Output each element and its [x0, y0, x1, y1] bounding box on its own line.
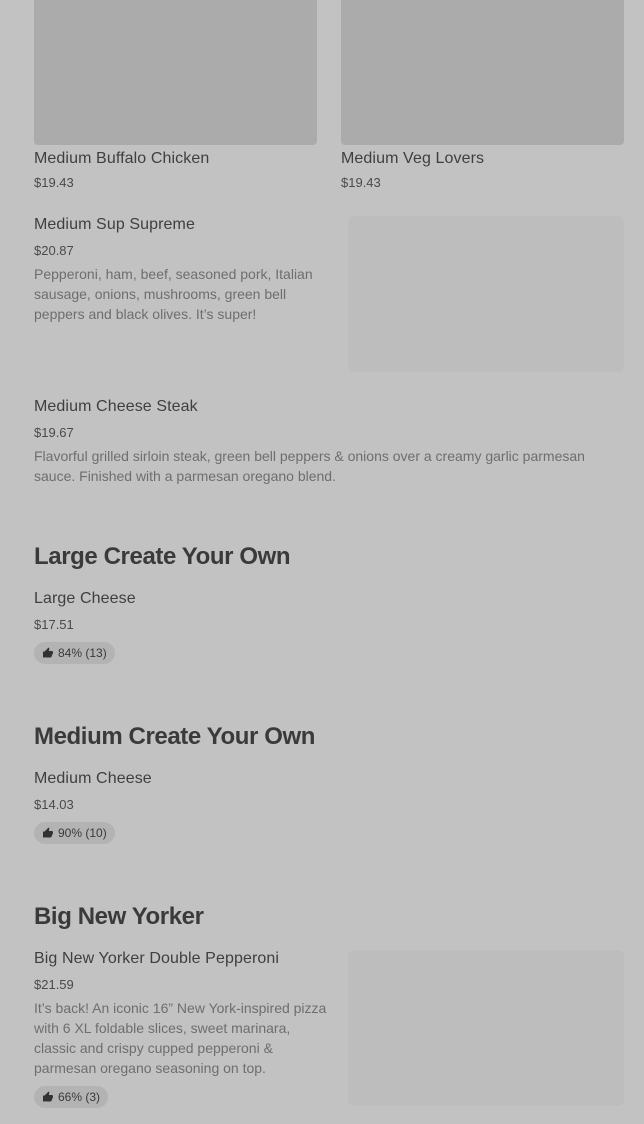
- item-price: $19.67: [34, 425, 74, 440]
- item-name[interactable]: Medium Buffalo Chicken: [34, 150, 209, 168]
- section-title-large-create: Large Create Your Own: [34, 543, 291, 570]
- item-name[interactable]: Big New Yorker Double Pepperoni: [34, 950, 279, 968]
- item-price: $19.43: [341, 175, 381, 190]
- rating-badge: 84% (13): [34, 642, 115, 664]
- section-title-big-new-yorker: Big New Yorker: [34, 903, 204, 930]
- item-name[interactable]: Medium Cheese Steak: [34, 398, 198, 416]
- thumbs-up-icon: [42, 827, 54, 839]
- item-price: $21.59: [34, 977, 74, 992]
- rating-badge: 90% (10): [34, 822, 115, 844]
- thumbs-up-icon: [42, 647, 54, 659]
- section-title-medium-create: Medium Create Your Own: [34, 723, 316, 750]
- item-description: It’s back! An iconic 16” New York-inspir…: [34, 1000, 327, 1076]
- item-name[interactable]: Large Cheese: [34, 590, 136, 608]
- item-name[interactable]: Medium Cheese: [34, 770, 152, 788]
- veg-lovers-image[interactable]: [341, 0, 624, 145]
- bny-double-pepperoni-image[interactable]: [348, 950, 624, 1106]
- item-description: Pepperoni, ham, beef, seasoned pork, Ita…: [34, 266, 313, 322]
- item-name[interactable]: Medium Sup Supreme: [34, 216, 195, 234]
- item-price: $17.51: [34, 617, 74, 632]
- item-price: $20.87: [34, 243, 74, 258]
- buffalo-chicken-image[interactable]: [34, 0, 317, 145]
- item-description: Flavorful grilled sirloin steak, green b…: [34, 448, 585, 484]
- item-price: $14.03: [34, 797, 74, 812]
- rating-text: 84% (13): [58, 646, 107, 660]
- rating-text: 66% (3): [58, 1090, 101, 1104]
- rating-text: 90% (10): [58, 826, 107, 840]
- rating-badge: 66% (3): [34, 1086, 109, 1108]
- sup-supreme-image[interactable]: [348, 216, 624, 372]
- item-price: $19.43: [34, 175, 74, 190]
- item-name[interactable]: Medium Veg Lovers: [341, 150, 484, 168]
- thumbs-up-icon: [42, 1091, 54, 1103]
